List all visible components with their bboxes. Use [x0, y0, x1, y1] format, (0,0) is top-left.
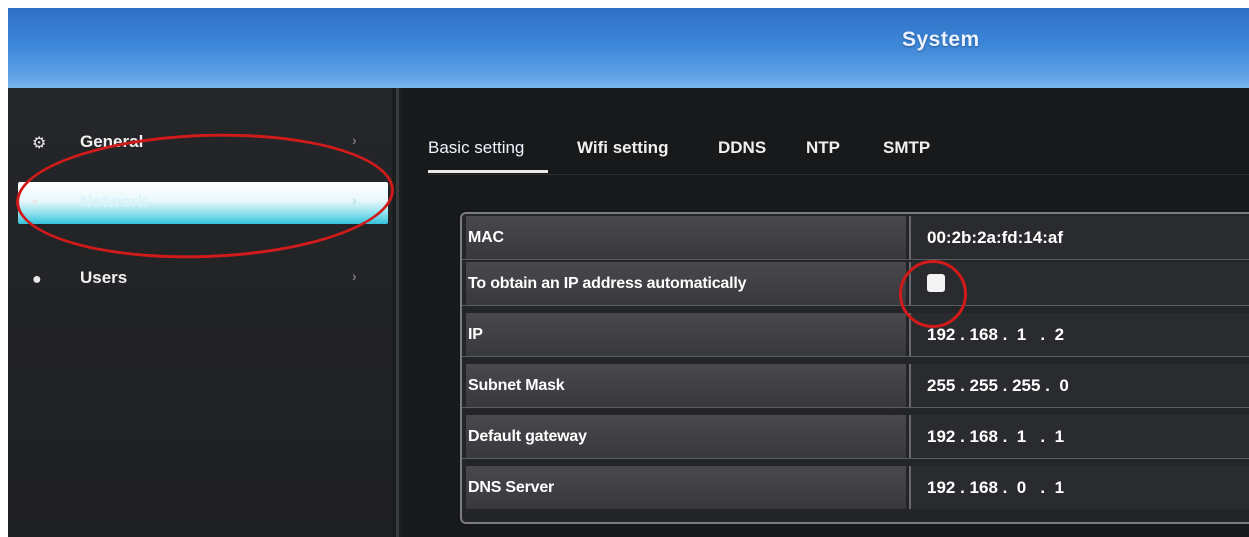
- row-label: DNS Server: [466, 466, 906, 509]
- main-panel: Basic setting Wifi setting DDNS NTP SMTP…: [402, 88, 1249, 537]
- tab-divider: [428, 174, 1249, 175]
- subnet-value-text: 255 . 255 . 255 . 0: [927, 376, 1069, 395]
- row-label: MAC: [466, 216, 906, 259]
- row-label: IP: [466, 313, 906, 356]
- chevron-right-icon: ›: [352, 268, 357, 284]
- row-label: To obtain an IP address automatically: [466, 262, 906, 305]
- chevron-right-icon: ›: [352, 132, 357, 148]
- gears-icon: ⚙: [32, 135, 47, 152]
- subnet-mask-field[interactable]: 255 . 255 . 255 . 0: [909, 364, 1249, 407]
- default-gateway-field[interactable]: 192 . 168 . 1 . 1: [909, 415, 1249, 458]
- table-row-ip: IP 192 . 168 . 1 . 2: [462, 313, 1249, 357]
- row-label: Default gateway: [466, 415, 906, 458]
- page-title: System: [902, 28, 980, 51]
- sidebar-item-label: Users: [80, 268, 128, 287]
- panel-divider: [396, 88, 399, 537]
- table-row-subnet: Subnet Mask 255 . 255 . 255 . 0: [462, 364, 1249, 408]
- table-row-mac: MAC 00:2b:2a:fd:14:af: [462, 216, 1249, 260]
- gateway-value-text: 192 . 168 . 1 . 1: [927, 427, 1065, 446]
- annotation-circle: [899, 260, 967, 328]
- sidebar-item-users[interactable]: ● Users ›: [18, 262, 388, 298]
- mac-value: 00:2b:2a:fd:14:af: [909, 216, 1249, 259]
- dns-value-text: 192 . 168 . 0 . 1: [927, 478, 1065, 497]
- tab-basic-setting[interactable]: Basic setting: [428, 138, 524, 158]
- table-row-dhcp: To obtain an IP address automatically: [462, 262, 1249, 306]
- table-row-dns: DNS Server 192 . 168 . 0 . 1: [462, 466, 1249, 509]
- ip-field[interactable]: 192 . 168 . 1 . 2: [909, 313, 1249, 356]
- active-tab-indicator: [428, 170, 548, 173]
- table-row-gateway: Default gateway 192 . 168 . 1 . 1: [462, 415, 1249, 459]
- tab-ddns[interactable]: DDNS: [718, 138, 766, 158]
- dvr-settings-screen: System ⚙ General › ▪ Network › ● Users ›…: [8, 8, 1249, 537]
- users-icon: ●: [32, 271, 42, 288]
- tab-wifi-setting[interactable]: Wifi setting: [577, 138, 668, 158]
- mac-value-text: 00:2b:2a:fd:14:af: [927, 228, 1064, 247]
- dns-server-field[interactable]: 192 . 168 . 0 . 1: [909, 466, 1249, 509]
- header-bar: System: [8, 8, 1249, 88]
- network-settings-table: MAC 00:2b:2a:fd:14:af To obtain an IP ad…: [460, 212, 1249, 524]
- tab-smtp[interactable]: SMTP: [883, 138, 930, 158]
- tab-ntp[interactable]: NTP: [806, 138, 840, 158]
- row-label: Subnet Mask: [466, 364, 906, 407]
